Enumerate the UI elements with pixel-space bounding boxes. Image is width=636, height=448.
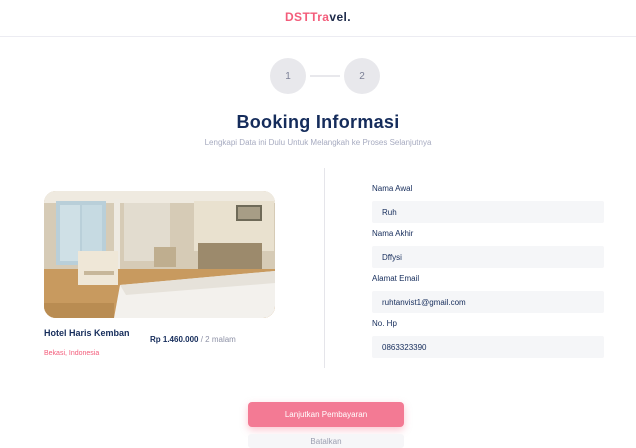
step-2-label: 2 (359, 70, 365, 82)
price-suffix: / 2 malam (200, 335, 236, 344)
price-amount: Rp 1.460.000 (150, 335, 199, 344)
hotel-price: Rp 1.460.000 / 2 malam (150, 335, 236, 344)
hotel-photo (44, 191, 275, 318)
cancel-button[interactable]: Batalkan (248, 434, 404, 448)
step-1-indicator: 1 (270, 58, 306, 94)
email-label: Alamat Email (372, 274, 420, 283)
continue-payment-button[interactable]: Lanjutkan Pembayaran (248, 402, 404, 427)
first-name-label: Nama Awal (372, 184, 413, 193)
phone-input[interactable] (372, 336, 604, 358)
hotel-name: Hotel Haris Kemban (44, 328, 130, 338)
last-name-label: Nama Akhir (372, 229, 414, 238)
section-divider (324, 168, 325, 368)
step-1-label: 1 (285, 70, 291, 82)
last-name-input[interactable] (372, 246, 604, 268)
booking-form: Nama Awal Nama Akhir Alamat Email No. Hp (372, 184, 606, 364)
top-navbar: DSTTravel. (0, 0, 636, 37)
phone-label: No. Hp (372, 319, 397, 328)
stepper-connector (310, 75, 340, 77)
hotel-location: Bekasi, Indonesia (44, 350, 100, 357)
page-title: Booking Informasi (236, 112, 400, 132)
step-2-indicator: 2 (344, 58, 380, 94)
email-input[interactable] (372, 291, 604, 313)
page-subtitle: Lengkapi Data ini Dulu Untuk Melangkah k… (204, 138, 432, 147)
logo-part-1: DSTTra (284, 10, 330, 24)
first-name-input[interactable] (372, 201, 604, 223)
booking-stepper: 1 2 (262, 58, 380, 94)
logo-part-2: vel. (329, 10, 352, 24)
brand-logo[interactable]: DSTTravel. (0, 10, 636, 24)
